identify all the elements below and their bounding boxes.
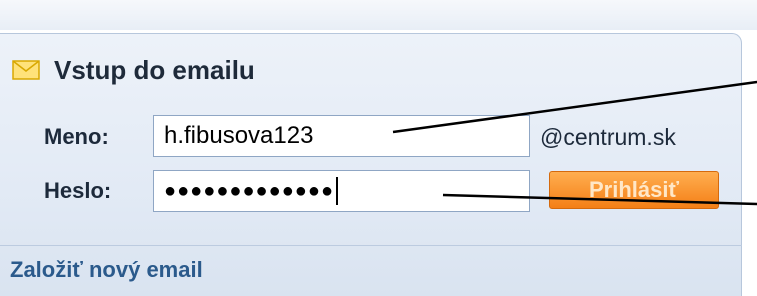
username-value: h.fibusova123	[164, 122, 314, 149]
domain-suffix: @centrum.sk	[540, 124, 676, 150]
username-label: Meno:	[44, 124, 109, 149]
mail-envelope-icon	[12, 60, 40, 80]
widget-title: Vstup do emailu	[54, 54, 255, 85]
password-value: ●●●●●●●●●●●●●	[164, 179, 335, 202]
widget-header: Vstup do emailu	[12, 52, 255, 88]
create-email-link[interactable]: Založiť nový email	[10, 257, 203, 283]
password-label: Heslo:	[44, 178, 112, 203]
password-input[interactable]: ●●●●●●●●●●●●●	[153, 170, 530, 212]
top-strip	[0, 0, 757, 30]
footer-divider	[0, 245, 742, 246]
text-caret	[336, 177, 339, 205]
login-button[interactable]: Prihlásiť	[549, 171, 719, 209]
username-input[interactable]: h.fibusova123	[153, 115, 530, 157]
email-login-widget: Vstup do emailu Meno: h.fibusova123 @cen…	[0, 33, 742, 296]
